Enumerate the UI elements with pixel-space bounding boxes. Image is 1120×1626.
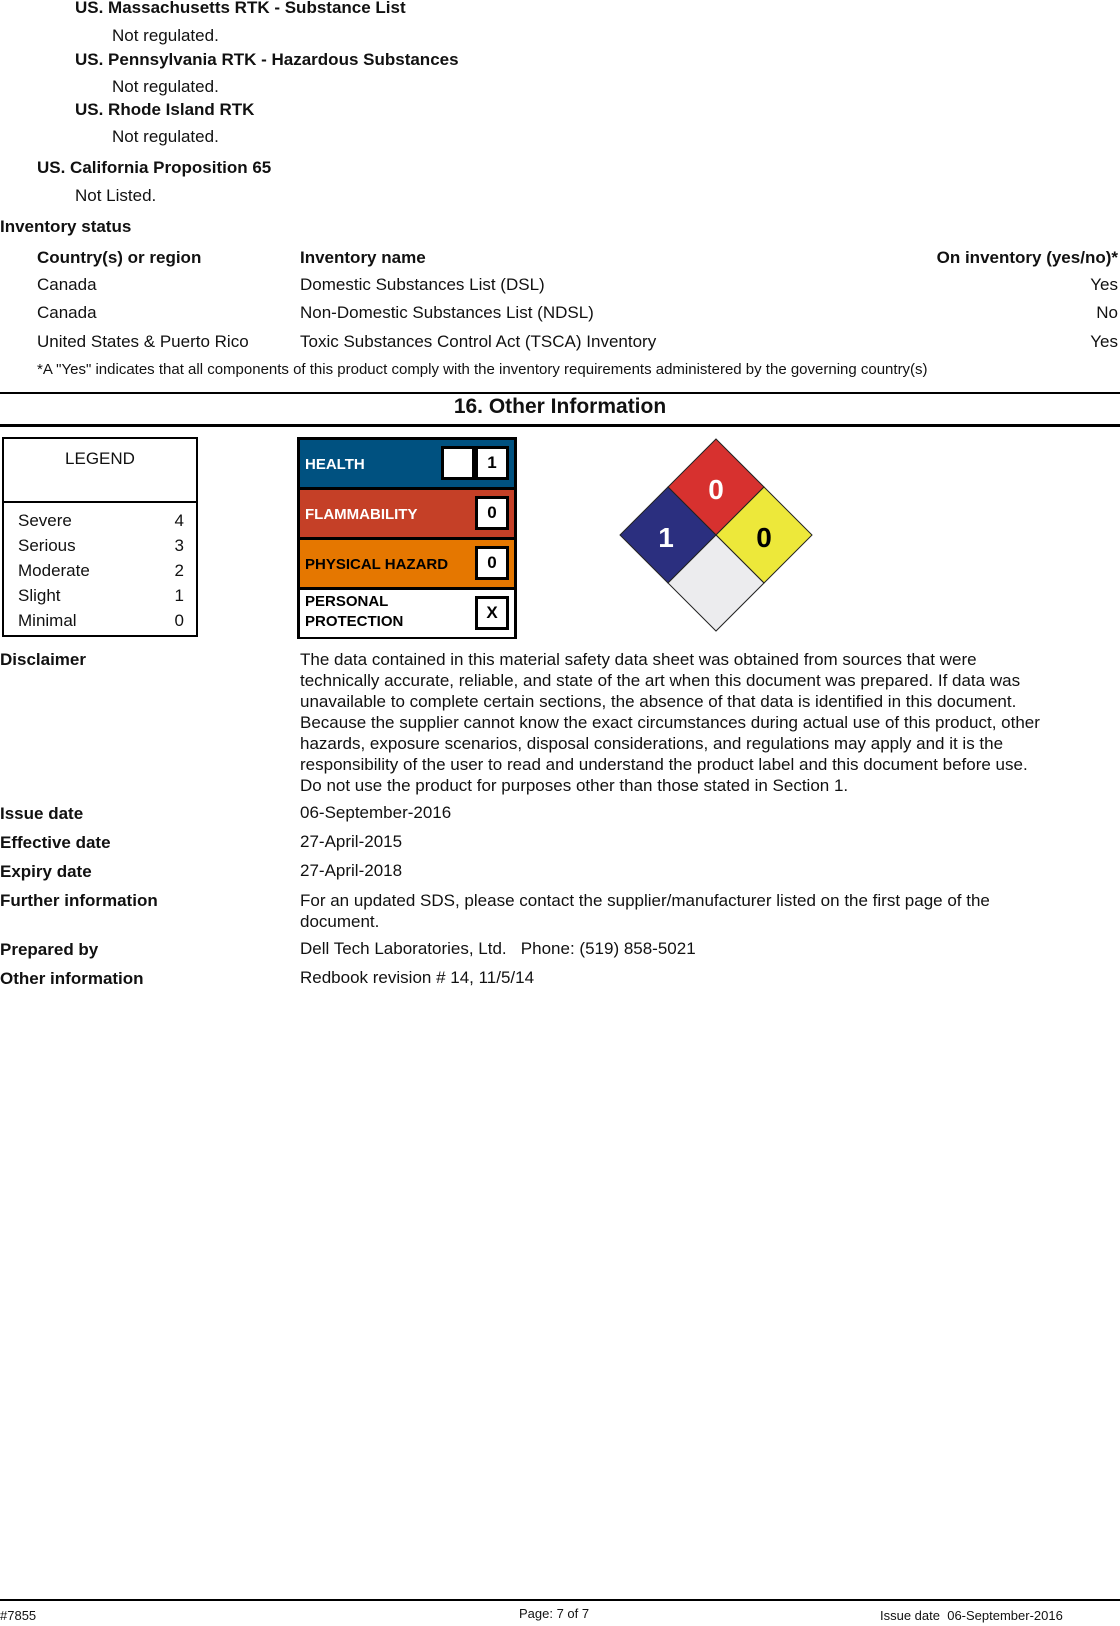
legend-label: Minimal xyxy=(18,611,77,630)
legend-title: LEGEND xyxy=(65,449,135,468)
nfpa-health-value: 1 xyxy=(658,522,674,553)
expiry-date-value: 27-April-2018 xyxy=(300,861,403,880)
issue-date-value: 06-September-2016 xyxy=(300,803,452,822)
legend-row: Severe 4 xyxy=(18,511,184,531)
inventory-header-country: Country(s) or region xyxy=(37,248,202,267)
legend-value: 2 xyxy=(174,561,184,580)
inventory-name: Toxic Substances Control Act (TSCA) Inve… xyxy=(300,332,657,351)
hmis-label: HEALTH / 1 FLAMMABILITY 0 PHYSICAL HAZAR… xyxy=(297,437,517,639)
footer-issue-date: Issue date 06-September-2016 xyxy=(880,1608,1063,1623)
hmis-flammability-value: 0 xyxy=(475,496,509,530)
inventory-status: No xyxy=(1096,303,1118,322)
section-title: 16. Other Information xyxy=(453,395,667,418)
legend-value: 3 xyxy=(174,536,184,555)
legend-box: LEGEND Severe 4 Serious 3 Moderate 2 Slight… xyxy=(2,437,198,637)
prepared-by-label: Prepared by xyxy=(0,940,99,959)
hmis-physical-row: PHYSICAL HAZARD 0 xyxy=(300,540,514,587)
legend-label: Moderate xyxy=(18,561,90,580)
nfpa-flammability-value: 0 xyxy=(708,474,724,505)
inventory-country: Canada xyxy=(37,275,97,294)
legend-row: Slight 1 xyxy=(18,586,184,606)
legend-label: Serious xyxy=(18,536,76,555)
inventory-name: Non-Domestic Substances List (NDSL) xyxy=(300,303,594,322)
hmis-flammability-row: FLAMMABILITY 0 xyxy=(300,490,514,537)
effective-date-label: Effective date xyxy=(0,833,111,852)
inventory-footnote: *A "Yes" indicates that all components o… xyxy=(37,361,928,378)
hmis-physical-value: 0 xyxy=(475,546,509,580)
ma-rtk-value: Not regulated. xyxy=(112,26,219,45)
section-divider-bottom xyxy=(0,424,1120,427)
inventory-header-status: On inventory (yes/no)* xyxy=(936,248,1118,267)
hmis-ppe-value: X xyxy=(475,596,509,630)
hmis-physical-label: PHYSICAL HAZARD xyxy=(305,556,449,573)
hmis-health-value: 1 xyxy=(475,446,509,480)
hmis-chronic-box: / xyxy=(441,446,475,480)
hmis-health-row: HEALTH / 1 xyxy=(300,440,514,487)
legend-value: 0 xyxy=(174,611,184,630)
pa-rtk-title: US. Pennsylvania RTK - Hazardous Substan… xyxy=(75,50,459,69)
further-info-label: Further information xyxy=(0,891,158,910)
legend-row: Serious 3 xyxy=(18,536,184,556)
prepared-by-value: Dell Tech Laboratories, Ltd. Phone: (519… xyxy=(300,939,696,958)
further-info-line: For an updated SDS, please contact the s… xyxy=(300,891,990,910)
nfpa-diamond: 0 1 0 xyxy=(619,438,813,632)
other-info-label: Other information xyxy=(0,969,144,988)
legend-label: Slight xyxy=(18,586,61,605)
ma-rtk-title: US. Massachusetts RTK - Substance List xyxy=(75,0,406,17)
disclaimer-line: responsibility of the user to read and u… xyxy=(300,755,1028,774)
prop65-value: Not Listed. xyxy=(75,186,157,205)
inventory-status: Yes xyxy=(1090,275,1118,294)
pa-rtk-value: Not regulated. xyxy=(112,77,219,96)
nfpa-instability-value: 0 xyxy=(756,522,772,553)
legend-divider xyxy=(4,501,196,503)
inventory-country: United States & Puerto Rico xyxy=(37,332,249,351)
footer-divider xyxy=(0,1599,1120,1601)
inventory-name: Domestic Substances List (DSL) xyxy=(300,275,545,294)
expiry-date-label: Expiry date xyxy=(0,862,92,881)
inventory-country: Canada xyxy=(37,303,97,322)
disclaimer-line: Because the supplier cannot know the exa… xyxy=(300,713,1040,732)
disclaimer-line: Do not use the product for purposes othe… xyxy=(300,776,849,795)
hmis-flammability-label: FLAMMABILITY xyxy=(305,506,418,523)
disclaimer-text: The data contained in this material safe… xyxy=(300,649,1040,796)
inventory-header-name: Inventory name xyxy=(300,248,426,267)
hmis-health-label: HEALTH xyxy=(305,456,365,473)
hmis-ppe-row: PERSONAL PROTECTION X xyxy=(300,590,514,637)
other-info-value: Redbook revision # 14, 11/5/14 xyxy=(300,968,535,987)
legend-row: Moderate 2 xyxy=(18,561,184,581)
legend-value: 1 xyxy=(174,586,184,605)
footer-page: Page: 7 of 7 xyxy=(519,1606,590,1621)
inventory-status-title: Inventory status xyxy=(0,217,132,236)
disclaimer-label: Disclaimer xyxy=(0,650,86,669)
legend-row: Minimal 0 xyxy=(18,611,184,631)
hmis-ppe-label-2: PROTECTION xyxy=(305,613,404,630)
effective-date-value: 27-April-2015 xyxy=(300,832,403,851)
footer-doc-number: #7855 xyxy=(0,1608,37,1623)
issue-date-label: Issue date xyxy=(0,804,84,823)
disclaimer-line: hazards, exposure scenarios, disposal co… xyxy=(300,734,1004,753)
further-info-value: For an updated SDS, please contact the s… xyxy=(300,890,990,932)
disclaimer-line: The data contained in this material safe… xyxy=(300,650,977,669)
inventory-status: Yes xyxy=(1090,332,1118,351)
prop65-title: US. California Proposition 65 xyxy=(37,158,272,177)
disclaimer-line: unavailable to complete certain sections… xyxy=(300,692,1017,711)
further-info-line: document. xyxy=(300,912,380,931)
disclaimer-line: technically accurate, reliable, and stat… xyxy=(300,671,1021,690)
section-divider-top xyxy=(0,392,1120,394)
legend-label: Severe xyxy=(18,511,72,530)
hmis-ppe-label-1: PERSONAL xyxy=(305,593,389,610)
ri-rtk-value: Not regulated. xyxy=(112,127,219,146)
legend-value: 4 xyxy=(174,511,184,530)
ri-rtk-title: US. Rhode Island RTK xyxy=(75,100,255,119)
